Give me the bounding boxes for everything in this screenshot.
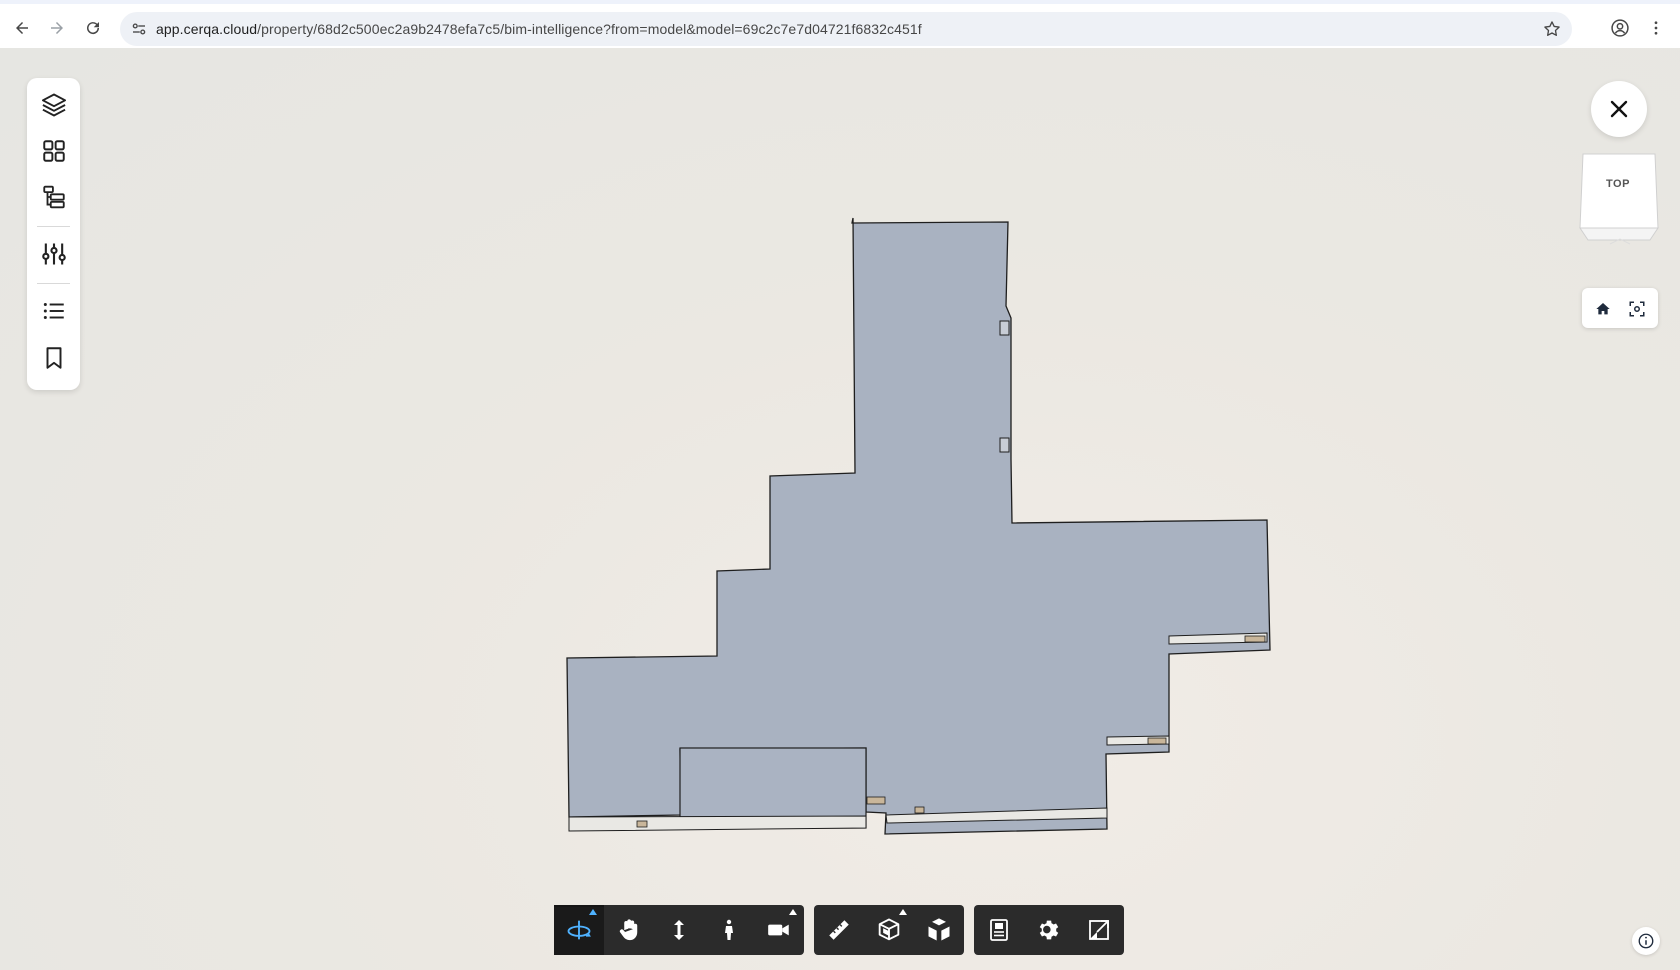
bim-viewer-canvas[interactable]: TOP: [0, 48, 1680, 970]
close-viewer-button[interactable]: [1591, 81, 1647, 137]
navigation-controls: [1582, 288, 1658, 328]
fullscreen-icon: [1089, 920, 1109, 940]
view-cube[interactable]: TOP: [1576, 152, 1664, 245]
home-icon: [1596, 303, 1610, 315]
grid-button[interactable]: [36, 133, 72, 169]
forward-button[interactable]: [43, 14, 71, 42]
walk-person-icon: [725, 919, 733, 940]
sliders-icon: [42, 243, 66, 265]
close-icon: [1610, 100, 1628, 118]
left-toolbar: [27, 78, 80, 390]
submenu-arrow-icon: [789, 909, 797, 915]
filters-button[interactable]: [36, 236, 72, 272]
more-menu-icon: [1654, 21, 1658, 35]
layers-button[interactable]: [36, 87, 72, 123]
first-person-button[interactable]: [704, 905, 754, 955]
tools-toolbar: [814, 905, 964, 955]
info-button[interactable]: [1632, 927, 1660, 955]
zoom-button[interactable]: [654, 905, 704, 955]
profile-button[interactable]: [1606, 14, 1634, 42]
list-icon: [43, 302, 64, 320]
layers-icon: [41, 93, 67, 117]
reload-button[interactable]: [79, 14, 107, 42]
forward-icon: [51, 22, 63, 34]
list-button[interactable]: [36, 293, 72, 329]
url-path: /property/68d2c500ec2a9b2478efa7c5/bim-i…: [257, 21, 922, 37]
zoom-vertical-icon: [674, 920, 684, 940]
camera-button[interactable]: [754, 905, 804, 955]
bookmarks-button[interactable]: [36, 340, 72, 376]
tree-hierarchy-icon: [43, 185, 65, 209]
explode-cube-icon: [928, 918, 950, 941]
door-mark: [914, 806, 925, 814]
wall-notch: [999, 320, 1010, 336]
url-host: app.cerqa.cloud: [156, 21, 258, 37]
orbit-icon: [567, 920, 591, 940]
measure-button[interactable]: [814, 905, 864, 955]
fullscreen-button[interactable]: [1074, 905, 1124, 955]
model-browser-icon: [990, 919, 1008, 941]
pan-button[interactable]: [604, 905, 654, 955]
url-text[interactable]: app.cerqa.cloud/property/68d2c500ec2a9b2…: [156, 21, 922, 37]
toolbar-divider: [37, 226, 70, 227]
bookmark-icon: [46, 347, 62, 369]
settings-toolbar: [974, 905, 1124, 955]
section-box-icon: [878, 918, 900, 941]
section-button[interactable]: [864, 905, 914, 955]
submenu-arrow-icon: [589, 909, 597, 915]
back-button[interactable]: [8, 14, 36, 42]
door-mark: [636, 820, 648, 828]
site-settings-icon[interactable]: [130, 20, 148, 38]
wall-notch: [999, 437, 1010, 453]
toolbar-divider: [37, 283, 70, 284]
gear-icon: [1039, 920, 1059, 940]
view-cube-shape: [1579, 153, 1659, 245]
fit-view-button[interactable]: [1624, 296, 1650, 322]
navigation-toolbar: [554, 905, 804, 955]
wall-strip: [568, 815, 867, 832]
home-view-button[interactable]: [1590, 296, 1616, 322]
ruler-icon: [829, 920, 849, 940]
more-menu-button[interactable]: [1642, 14, 1670, 42]
grid-icon: [43, 140, 65, 162]
door-mark: [1244, 635, 1266, 643]
explode-button[interactable]: [914, 905, 964, 955]
profile-icon: [1611, 19, 1629, 37]
info-icon: [1638, 933, 1654, 949]
hand-pan-icon: [619, 919, 638, 941]
submenu-arrow-icon: [899, 909, 907, 915]
browser-toolbar: app.cerqa.cloud/property/68d2c500ec2a9b2…: [0, 0, 1680, 48]
orbit-button[interactable]: [554, 905, 604, 955]
video-camera-icon: [768, 924, 789, 936]
door-mark: [1147, 737, 1167, 745]
fit-to-view-icon: [1629, 301, 1645, 317]
view-cube-face-label[interactable]: TOP: [1576, 178, 1660, 190]
back-icon: [16, 22, 28, 34]
model-properties-button[interactable]: [974, 905, 1024, 955]
reload-icon: [87, 22, 100, 35]
address-bar[interactable]: app.cerqa.cloud/property/68d2c500ec2a9b2…: [120, 12, 1572, 46]
building-model[interactable]: [0, 48, 1680, 970]
settings-button[interactable]: [1024, 905, 1074, 955]
door-mark: [866, 796, 886, 805]
bookmark-star-icon[interactable]: [1542, 19, 1562, 39]
model-tree-button[interactable]: [36, 179, 72, 215]
